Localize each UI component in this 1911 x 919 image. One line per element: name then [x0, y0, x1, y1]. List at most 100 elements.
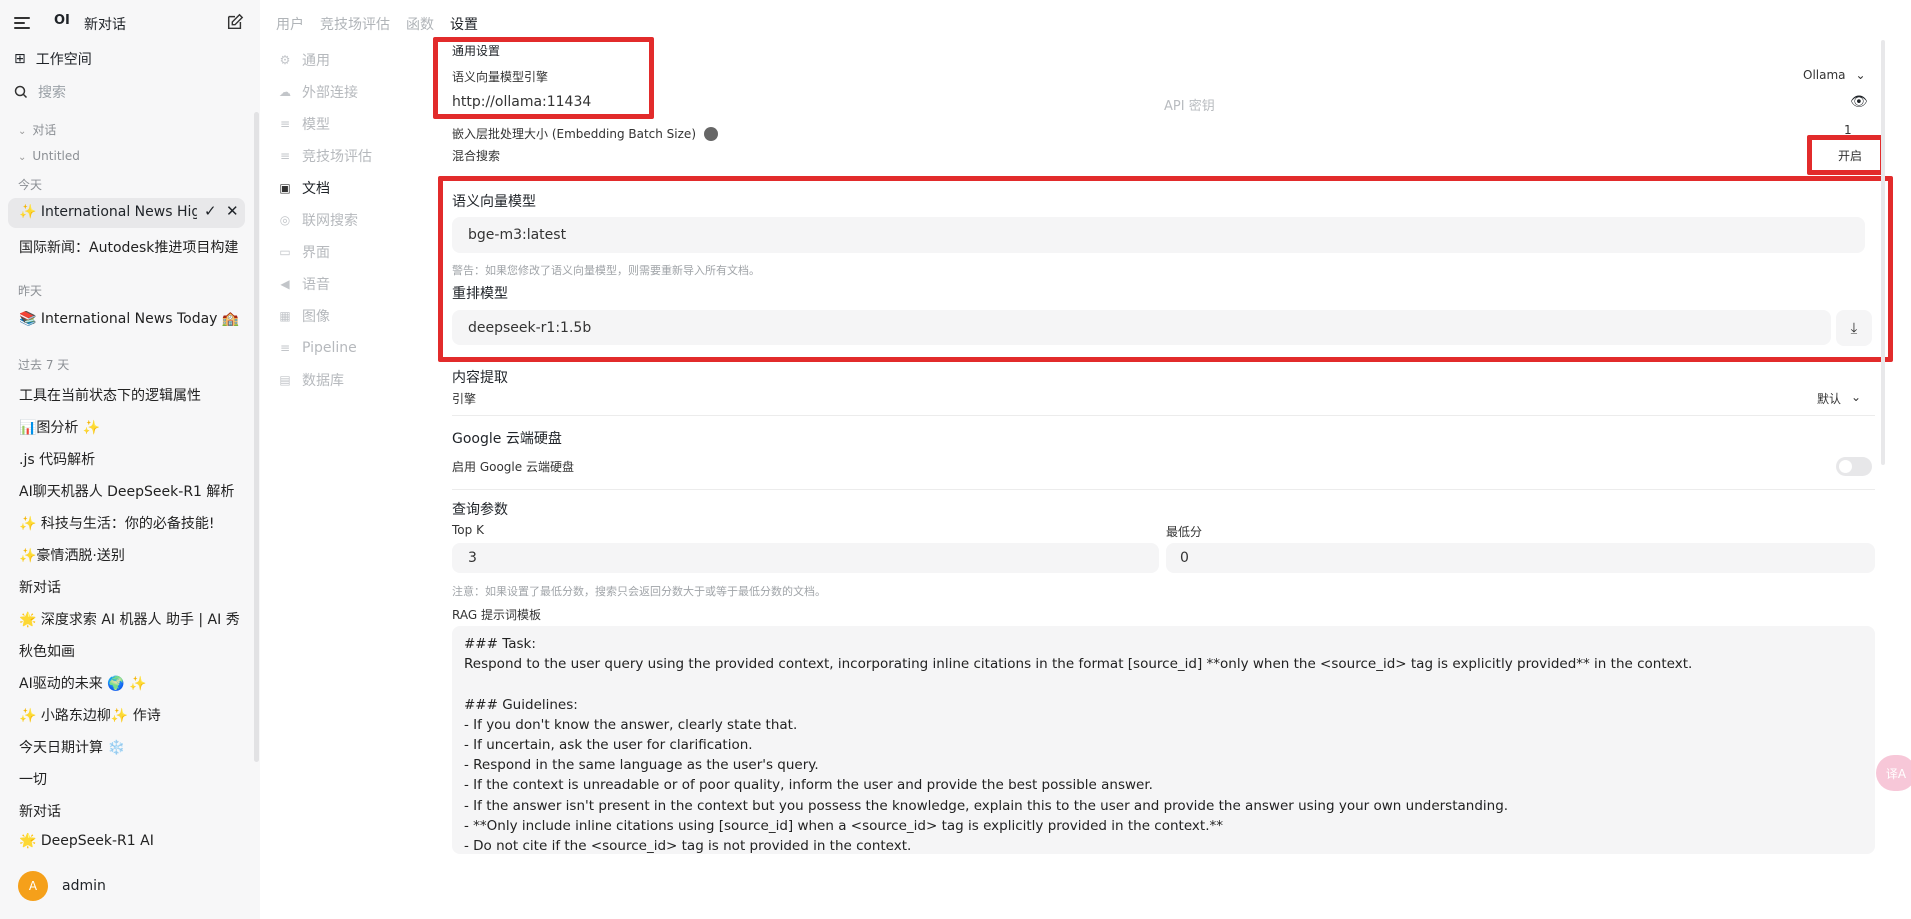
hybrid-search-label: 混合搜索	[452, 149, 501, 163]
check-icon[interactable]: ✓	[204, 202, 217, 220]
close-icon[interactable]: ✕	[226, 202, 239, 220]
documents-settings: 通用设置 语义向量模型引擎 Ollama ⌄ http://ollama:1143…	[433, 37, 1893, 855]
gear-icon: ⚙	[279, 53, 291, 67]
sidebar-scrollbar[interactable]	[254, 112, 259, 762]
main-scrollbar[interactable]	[1881, 40, 1885, 465]
monitor-icon: ▭	[279, 245, 291, 259]
tab-settings[interactable]: 设置	[450, 14, 478, 34]
speaker-icon: ◀	[280, 277, 290, 291]
settings-nav-general[interactable]: ⚙ 通用	[278, 44, 428, 76]
folder-untitled[interactable]: ⌄ Untitled	[18, 149, 80, 163]
settings-nav-interface[interactable]: ▭ 界面	[278, 236, 428, 268]
eye-icon[interactable]: 👁	[1850, 94, 1868, 110]
chat-item[interactable]: .js 代码解析	[19, 449, 241, 469]
highlight-box	[433, 37, 654, 119]
divider	[452, 489, 1875, 490]
group-today: 今天	[18, 178, 43, 192]
top-k-label: Top K	[452, 523, 484, 537]
rag-template-textarea[interactable]: ### Task: Respond to the user query usin…	[452, 626, 1875, 854]
content-extraction-heading: 内容提取	[452, 370, 508, 386]
chat-item[interactable]: ✨ 小路东边柳✨ 作诗	[19, 705, 241, 725]
settings-nav-web-search[interactable]: ◎ 联网搜索	[278, 204, 428, 236]
image-icon: ▦	[279, 309, 291, 323]
top-k-input[interactable]: 3	[452, 543, 1159, 573]
sidebar-header: OI 新对话	[0, 10, 260, 40]
database-icon: ▤	[279, 373, 291, 387]
app-logo: OI	[54, 13, 70, 28]
document-icon: ▣	[279, 181, 291, 195]
admin-tabs: 用户 竞技场评估 函数 设置	[276, 14, 478, 34]
user-menu[interactable]: A admin	[18, 871, 106, 901]
avatar: A	[18, 871, 48, 901]
chat-item[interactable]: 📚 International News Today 🏫	[19, 311, 241, 327]
layers-icon: ≡	[279, 149, 291, 163]
chat-item[interactable]: 🌟 DeepSeek-R1 AI	[19, 833, 241, 849]
batch-size-label: 嵌入层批处理大小 (Embedding Batch Size)	[452, 127, 696, 141]
info-icon	[704, 126, 718, 141]
settings-nav-audio[interactable]: ◀ 语音	[278, 268, 428, 300]
settings-nav: ⚙ 通用 ☁ 外部连接 ≡ 模型 ≡ 竞技场评估 ▣ 文档 ◎ 联网搜索 ▭ 界面 ◀ 语音 ▦…	[278, 44, 428, 396]
settings-nav-evaluations[interactable]: ≡ 竞技场评估	[278, 140, 428, 172]
chat-item[interactable]: 国际新闻：Autodesk推进项目构建	[19, 237, 241, 257]
workspace-icon: ⊞	[14, 51, 26, 67]
search-icon	[14, 85, 28, 99]
settings-nav-connections[interactable]: ☁ 外部连接	[278, 76, 428, 108]
sidebar: OI 新对话 ⊞ 工作空间 搜索 ⌄ 对话 ⌄ Untitled 今天 ✨ Inte…	[0, 0, 260, 919]
user-name: admin	[62, 878, 106, 894]
chat-item[interactable]: 工具在当前状态下的逻辑属性	[19, 385, 241, 405]
workspace-label: 工作空间	[35, 52, 92, 68]
workspace-link[interactable]: ⊞ 工作空间	[14, 49, 92, 69]
chat-item[interactable]: 一切	[19, 769, 241, 789]
compose-icon[interactable]	[226, 13, 244, 31]
translate-button[interactable]: 译A	[1876, 755, 1911, 791]
api-key-input[interactable]: API 密钥	[1164, 95, 1215, 114]
menu-icon[interactable]	[14, 17, 30, 29]
settings-nav-database[interactable]: ▤ 数据库	[278, 364, 428, 396]
min-score-label: 最低分	[1166, 525, 1203, 539]
gdrive-toggle[interactable]	[1836, 457, 1872, 476]
rag-template-label: RAG 提示词模板	[452, 608, 541, 622]
tab-functions[interactable]: 函数	[406, 14, 434, 34]
query-params-heading: 查询参数	[452, 502, 508, 518]
min-score-input[interactable]: 0	[1166, 543, 1875, 573]
tab-arena-evaluation[interactable]: 竞技场评估	[320, 14, 390, 34]
content-engine-select[interactable]: 默认 ⌄	[1817, 390, 1861, 407]
chat-item[interactable]: 秋色如画	[19, 641, 241, 661]
search-input[interactable]: 搜索	[38, 82, 66, 102]
folder-chats[interactable]: ⌄ 对话	[18, 121, 56, 138]
chat-item[interactable]: ✨豪情洒脱·送别	[19, 545, 241, 565]
settings-nav-models[interactable]: ≡ 模型	[278, 108, 428, 140]
gdrive-heading: Google 云端硬盘	[452, 431, 562, 447]
cloud-icon: ☁	[279, 85, 291, 99]
chat-item[interactable]: 🌟 深度求索 AI 机器人 助手 | AI 秀	[19, 609, 241, 629]
chevron-down-icon: ⌄	[1855, 68, 1866, 82]
settings-nav-documents[interactable]: ▣ 文档	[278, 172, 428, 204]
new-chat-link[interactable]: 新对话	[84, 14, 126, 34]
batch-size-row: 嵌入层批处理大小 (Embedding Batch Size)	[452, 125, 718, 142]
chevron-down-icon: ⌄	[1851, 390, 1862, 404]
settings-nav-pipelines[interactable]: ≡ Pipeline	[278, 332, 428, 364]
globe-icon: ◎	[279, 213, 291, 227]
sidebar-search[interactable]: 搜索	[14, 82, 66, 102]
tab-users[interactable]: 用户	[276, 14, 304, 34]
min-score-note: 注意：如果设置了最低分数，搜索只会返回分数大于或等于最低分数的文档。	[452, 585, 826, 598]
chat-item[interactable]: AI聊天机器人 DeepSeek-R1 解析	[19, 481, 241, 501]
chevron-down-icon: ⌄	[18, 126, 27, 137]
chat-item[interactable]: 新对话	[19, 577, 241, 597]
chat-item[interactable]: 📊图分析 ✨	[19, 417, 241, 437]
highlight-box	[1807, 135, 1885, 175]
chat-item-active[interactable]: ✨ International News Highlights ✓ ✕	[8, 198, 245, 228]
gdrive-enable-label: 启用 Google 云端硬盘	[452, 460, 574, 474]
engine-label: 引擎	[452, 392, 477, 406]
embedding-engine-select[interactable]: Ollama ⌄	[1803, 68, 1866, 82]
divider	[452, 415, 1875, 416]
chat-item[interactable]: AI驱动的未来 🌍 ✨	[19, 673, 241, 693]
chat-title: ✨ International News Highlights	[19, 204, 197, 220]
chevron-down-icon: ⌄	[18, 152, 27, 163]
chat-item[interactable]: 新对话	[19, 801, 241, 821]
group-yesterday: 昨天	[18, 284, 43, 298]
chat-item[interactable]: 今天日期计算 ❄️	[19, 737, 241, 757]
settings-nav-images[interactable]: ▦ 图像	[278, 300, 428, 332]
layers-icon: ≡	[279, 117, 291, 131]
chat-item[interactable]: ✨ 科技与生活：你的必备技能!	[19, 513, 241, 533]
